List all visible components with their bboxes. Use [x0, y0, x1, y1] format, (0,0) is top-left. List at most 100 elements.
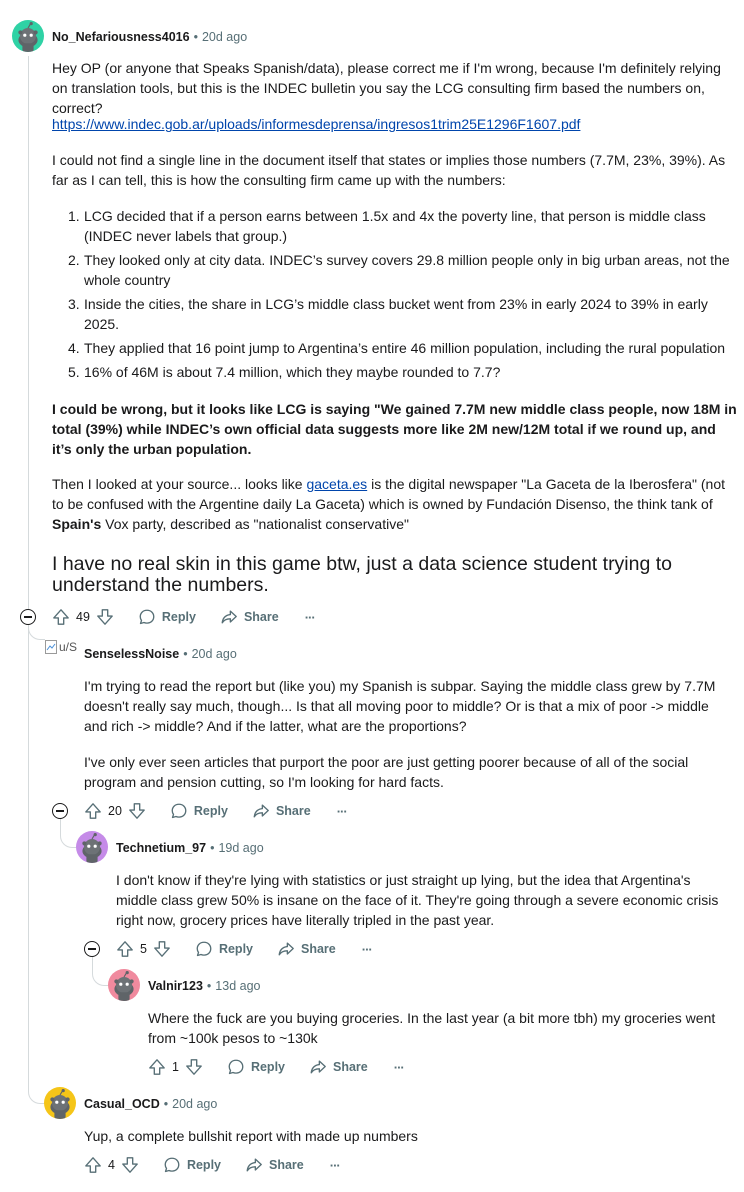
collapse-thread-button[interactable]	[20, 609, 36, 625]
comment-paragraph: I don't know if they're lying with stati…	[116, 872, 719, 928]
comment-body: https://www.indec.gob.ar/uploads/informe…	[52, 114, 738, 134]
gaceta-link[interactable]: gaceta.es	[306, 476, 367, 492]
share-icon	[309, 1058, 327, 1076]
comment-large-text: I have no real skin in this game btw, ju…	[52, 553, 673, 596]
comment-meta: SenselessNoise • 20d ago	[84, 647, 237, 661]
vote-group: 49	[52, 608, 114, 626]
indec-link[interactable]: https://www.indec.gob.ar/uploads/informe…	[52, 116, 580, 132]
snoo-avatar-icon	[12, 20, 44, 52]
comment-meta: Technetium_97 • 19d ago	[116, 841, 264, 855]
reply-button[interactable]: Reply	[195, 940, 253, 958]
collapse-thread-button[interactable]	[84, 941, 100, 957]
comment-paragraph: Yup, a complete bullshit report with mad…	[84, 1128, 418, 1144]
downvote-icon[interactable]	[121, 1156, 139, 1174]
list-item: 5. 16% of 46M is about 7.4 million, which…	[68, 364, 501, 380]
vote-group: 1	[148, 1058, 203, 1076]
reply-button[interactable]: Reply	[163, 1156, 221, 1174]
comment-paragraph: Hey OP (or anyone that Speaks Spanish/da…	[52, 60, 721, 116]
comment-meta: Valnir123 • 13d ago	[148, 979, 261, 993]
timestamp[interactable]: 13d ago	[215, 979, 260, 993]
list-item: 3. Inside the cities, the share in LCG’s …	[68, 296, 708, 332]
upvote-icon[interactable]	[84, 802, 102, 820]
upvote-icon[interactable]	[84, 1156, 102, 1174]
list-item: 2. They looked only at city data. INDEC’s…	[68, 252, 730, 288]
reply-button[interactable]: Reply	[227, 1058, 285, 1076]
downvote-icon[interactable]	[128, 802, 146, 820]
upvote-icon[interactable]	[52, 608, 70, 626]
downvote-icon[interactable]	[153, 940, 171, 958]
share-icon	[220, 608, 238, 626]
avatar[interactable]: u/S	[45, 638, 77, 656]
vote-count: 49	[76, 610, 90, 624]
more-options-button[interactable]: ···	[362, 942, 373, 957]
username[interactable]: Valnir123	[148, 979, 203, 993]
comment-body: I'm trying to read the report but (like …	[84, 676, 734, 736]
comment-bubble-icon	[170, 802, 188, 820]
share-icon	[277, 940, 295, 958]
share-button[interactable]: Share	[220, 608, 279, 626]
comment-bubble-icon	[163, 1156, 181, 1174]
timestamp[interactable]: 20d ago	[192, 647, 237, 661]
vote-group: 5	[116, 940, 171, 958]
share-button[interactable]: Share	[309, 1058, 368, 1076]
upvote-icon[interactable]	[116, 940, 134, 958]
comment-paragraph: I could not find a single line in the do…	[52, 152, 726, 188]
comment-paragraph: Where the fuck are you buying groceries.…	[148, 1010, 716, 1046]
avatar[interactable]	[44, 1087, 76, 1119]
comment-body: Where the fuck are you buying groceries.…	[148, 1008, 734, 1048]
comment-paragraph: I've only ever seen articles that purpor…	[84, 754, 689, 790]
timestamp[interactable]: 20d ago	[202, 30, 247, 44]
reply-button[interactable]: Reply	[138, 608, 196, 626]
upvote-icon[interactable]	[148, 1058, 166, 1076]
comment-actions: 49 Reply Share ···	[52, 606, 316, 628]
reply-button[interactable]: Reply	[170, 802, 228, 820]
more-options-button[interactable]: ···	[330, 1158, 341, 1173]
more-options-button[interactable]: ···	[394, 1060, 405, 1075]
timestamp[interactable]: 19d ago	[218, 841, 263, 855]
comment-meta: Casual_OCD • 20d ago	[84, 1097, 218, 1111]
avatar[interactable]	[76, 831, 108, 863]
avatar[interactable]	[108, 969, 140, 1001]
comment-bubble-icon	[227, 1058, 245, 1076]
comment-bubble-icon	[195, 940, 213, 958]
list-item: 1. LCG decided that if a person earns bet…	[68, 208, 706, 244]
downvote-icon[interactable]	[185, 1058, 203, 1076]
avatar[interactable]	[12, 20, 44, 52]
comment-actions: 4 Reply Share ···	[84, 1154, 341, 1176]
comment-body: Yup, a complete bullshit report with mad…	[84, 1126, 734, 1146]
share-button[interactable]: Share	[252, 802, 311, 820]
source-paragraph: Then I looked at your source... looks li…	[52, 476, 726, 532]
thread-branch	[60, 818, 77, 848]
downvote-icon[interactable]	[96, 608, 114, 626]
comment-actions: 5 Reply Share ···	[116, 938, 373, 960]
broken-image-icon	[45, 640, 57, 654]
share-icon	[245, 1156, 263, 1174]
username[interactable]: Technetium_97	[116, 841, 206, 855]
avatar-alt-text: u/S	[58, 640, 77, 654]
thread-branch	[92, 956, 109, 986]
vote-count: 4	[108, 1158, 115, 1172]
comment-bubble-icon	[138, 608, 156, 626]
timestamp[interactable]: 20d ago	[172, 1097, 217, 1111]
collapse-thread-button[interactable]	[52, 803, 68, 819]
comment-meta: No_Nefariousness4016 • 20d ago	[52, 30, 248, 44]
username[interactable]: No_Nefariousness4016	[52, 30, 190, 44]
share-button[interactable]: Share	[245, 1156, 304, 1174]
username[interactable]: SenselessNoise	[84, 647, 179, 661]
username[interactable]: Casual_OCD	[84, 1097, 160, 1111]
snoo-avatar-icon	[108, 969, 140, 1001]
more-options-button[interactable]: ···	[337, 804, 348, 819]
comment-paragraph: I'm trying to read the report but (like …	[84, 678, 716, 734]
comment-bold-paragraph: I could be wrong, but it looks like LCG …	[52, 401, 737, 457]
numbered-list: 1. LCG decided that if a person earns bet…	[52, 206, 738, 382]
more-options-button[interactable]: ···	[305, 610, 316, 625]
thread-line	[28, 56, 29, 621]
share-icon	[252, 802, 270, 820]
thread-branch	[28, 624, 45, 640]
share-button[interactable]: Share	[277, 940, 336, 958]
comment-body: Then I looked at your source... looks li…	[52, 474, 738, 534]
comment-body: I don't know if they're lying with stati…	[116, 870, 734, 930]
thread-line	[28, 625, 29, 1085]
vote-count: 5	[140, 942, 147, 956]
vote-count: 1	[172, 1060, 179, 1074]
